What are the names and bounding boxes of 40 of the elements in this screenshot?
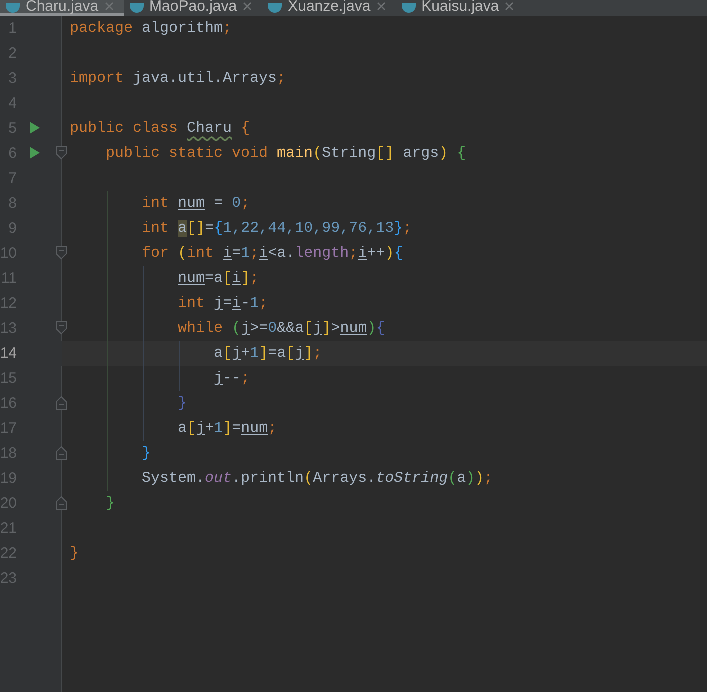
code-line: a[j+1]=num;	[177, 419, 278, 439]
code-line: while (j>=0&&a[j]>num){	[177, 319, 386, 339]
fold-icon[interactable]	[56, 496, 67, 510]
code-line: j--;	[213, 369, 250, 389]
tab-label: Kuaisu.java	[422, 1, 500, 13]
code-line: public static void main(String[] args) {	[105, 144, 466, 164]
class-icon	[268, 3, 282, 13]
fold-icon[interactable]	[56, 396, 67, 410]
code-line: }	[141, 444, 152, 464]
code-line: int num = 0;	[141, 194, 250, 214]
close-icon[interactable]	[376, 2, 386, 11]
fold-icon[interactable]	[56, 246, 67, 260]
code-line: System.out.println(Arrays.toString(a));	[141, 469, 494, 489]
code-line: public class Charu {	[70, 119, 250, 139]
fold-icon[interactable]	[56, 321, 67, 335]
class-icon	[402, 3, 416, 13]
fold-icon[interactable]	[56, 146, 67, 160]
tab-label: MaoPao.java	[150, 1, 238, 13]
close-icon[interactable]	[104, 2, 114, 11]
fold-icon[interactable]	[56, 446, 67, 460]
code-line: for (int i=1;i<a.length;i++){	[141, 244, 404, 264]
close-icon[interactable]	[243, 2, 252, 11]
code-line: package algorithm;	[70, 19, 232, 39]
class-icon	[6, 3, 20, 13]
run-icon[interactable]	[29, 147, 40, 159]
code-line: }	[70, 544, 80, 564]
code-line: int a[]={1,22,44,10,99,76,13};	[141, 219, 412, 239]
code-line: int j=i-1;	[177, 294, 268, 314]
code-line: num=a[i];	[177, 269, 260, 289]
code-line: }	[105, 494, 116, 514]
class-icon	[130, 3, 144, 13]
line-number: 14	[0, 345, 17, 362]
code-line: a[j+1]=a[j];	[213, 344, 322, 364]
code-line: import java.util.Arrays;	[70, 69, 286, 89]
tab-label: Xuanze.java	[288, 1, 371, 13]
editor-tab[interactable]: Charu.java	[0, 0, 124, 16]
code-line: }	[177, 394, 188, 414]
close-icon[interactable]	[505, 2, 514, 11]
tab-label: Charu.java	[26, 1, 99, 13]
run-icon[interactable]	[29, 122, 40, 134]
